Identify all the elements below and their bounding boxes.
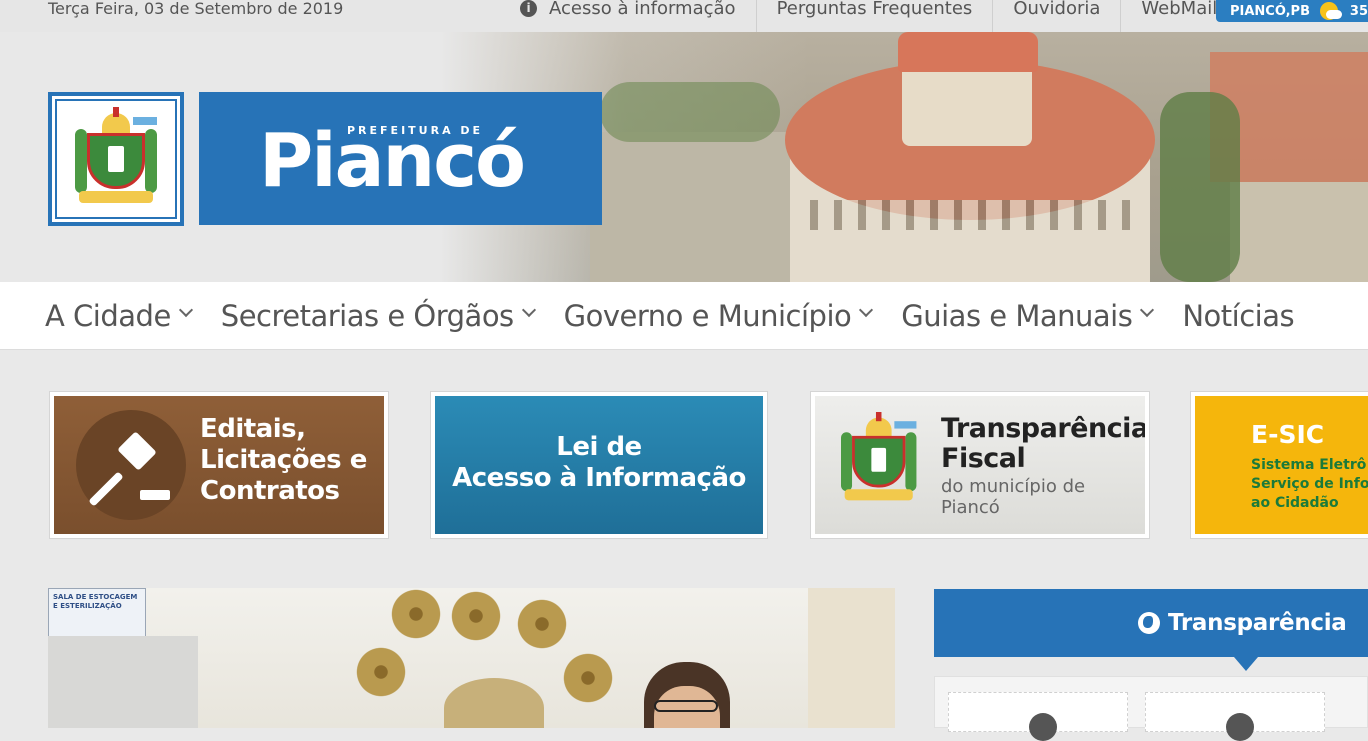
logo-city-name: Piancó bbox=[259, 118, 526, 204]
editais-title: Editais, Licitações e Contratos bbox=[200, 414, 384, 507]
esic-card[interactable]: E-SIC Sistema Eletrô Serviço de Info ao … bbox=[1190, 391, 1368, 539]
transparency-label: Transparência bbox=[1168, 610, 1347, 636]
nav-label: Notícias bbox=[1182, 298, 1295, 333]
editais-line: Licitações e bbox=[200, 445, 367, 475]
weather-location: PIANCÓ,PB bbox=[1230, 3, 1310, 19]
lai-card[interactable]: Lei de Acesso à Informação bbox=[430, 391, 768, 539]
room-sign: SALA DE ESTOCAGEM E ESTERILIZAÇÃO bbox=[48, 588, 146, 638]
globe-icon bbox=[1138, 612, 1160, 634]
ouvidoria-link[interactable]: Ouvidoria bbox=[993, 0, 1122, 32]
chevron-down-icon bbox=[1140, 302, 1155, 317]
nav-governo[interactable]: Governo e Município bbox=[563, 298, 874, 333]
top-links: i Acesso à informação Perguntas Frequente… bbox=[500, 0, 1237, 32]
editais-card[interactable]: Editais, Licitações e Contratos bbox=[49, 391, 389, 539]
transparency-item[interactable] bbox=[1145, 692, 1325, 741]
nav-secretarias[interactable]: Secretarias e Órgãos bbox=[220, 298, 536, 333]
transparency-header[interactable]: Transparência bbox=[934, 589, 1368, 657]
info-icon: i bbox=[520, 0, 537, 17]
transparency-pointer bbox=[1234, 657, 1258, 671]
transparencia-fiscal-card[interactable]: Transparência Fiscal do município de Pia… bbox=[810, 391, 1150, 539]
access-info-link[interactable]: i Acesso à informação bbox=[500, 0, 757, 32]
nav-guias[interactable]: Guias e Manuais bbox=[901, 298, 1155, 333]
crest-icon bbox=[75, 107, 157, 211]
pencil-icon bbox=[1226, 713, 1254, 741]
main-nav: A Cidade Secretarias e Órgãos Governo e … bbox=[0, 282, 1368, 350]
chevron-down-icon bbox=[859, 302, 874, 317]
weather-widget: PIANCÓ,PB 35 bbox=[1216, 0, 1368, 22]
lai-line: Acesso à Informação bbox=[452, 463, 746, 493]
transparency-item[interactable] bbox=[948, 692, 1128, 741]
editais-line: Contratos bbox=[200, 476, 340, 506]
tf-title-line: Transparência bbox=[941, 413, 1145, 444]
tf-sub-line: do município de bbox=[941, 476, 1086, 497]
lai-title: Lei de Acesso à Informação bbox=[435, 432, 763, 494]
weather-temperature: 35 bbox=[1349, 3, 1368, 19]
access-info-label: Acesso à informação bbox=[549, 0, 736, 19]
esic-line: Serviço de Info bbox=[1251, 476, 1368, 492]
faq-link[interactable]: Perguntas Frequentes bbox=[757, 0, 994, 32]
esic-title: E-SIC bbox=[1251, 420, 1325, 449]
current-date: Terça Feira, 03 de Setembro de 2019 bbox=[48, 0, 344, 18]
chevron-down-icon bbox=[178, 302, 193, 317]
nav-a-cidade[interactable]: A Cidade bbox=[45, 298, 193, 333]
nav-label: Guias e Manuais bbox=[901, 298, 1133, 333]
tf-sub-line: Piancó bbox=[941, 497, 1000, 518]
chevron-down-icon bbox=[521, 302, 536, 317]
site-header: PREFEITURA DE Piancó bbox=[0, 32, 1368, 282]
city-crest-logo[interactable] bbox=[48, 92, 184, 226]
city-name-logo[interactable]: PREFEITURA DE Piancó bbox=[199, 92, 602, 225]
esic-subtitle: Sistema Eletrô Serviço de Info ao Cidadã… bbox=[1251, 456, 1368, 513]
partly-cloudy-icon bbox=[1320, 2, 1342, 20]
esic-line: Sistema Eletrô bbox=[1251, 457, 1367, 473]
nav-label: Governo e Município bbox=[563, 298, 852, 333]
editais-line: Editais, bbox=[200, 414, 306, 444]
news-photo[interactable]: SALA DE ESTOCAGEM E ESTERILIZAÇÃO bbox=[48, 588, 895, 728]
nav-noticias[interactable]: Notícias bbox=[1182, 299, 1294, 333]
heart-icon bbox=[1029, 713, 1057, 741]
esic-line: ao Cidadão bbox=[1251, 495, 1339, 511]
tf-title: Transparência Fiscal bbox=[941, 414, 1145, 474]
lai-line: Lei de bbox=[556, 432, 642, 462]
gavel-icon bbox=[76, 410, 186, 520]
crest-icon bbox=[841, 412, 917, 508]
tf-subtitle: do município de Piancó bbox=[941, 476, 1141, 518]
nav-label: Secretarias e Órgãos bbox=[220, 298, 514, 333]
tf-title-line: Fiscal bbox=[941, 443, 1026, 474]
nav-label: A Cidade bbox=[45, 298, 171, 333]
top-bar: Terça Feira, 03 de Setembro de 2019 i Ace… bbox=[0, 0, 1368, 32]
